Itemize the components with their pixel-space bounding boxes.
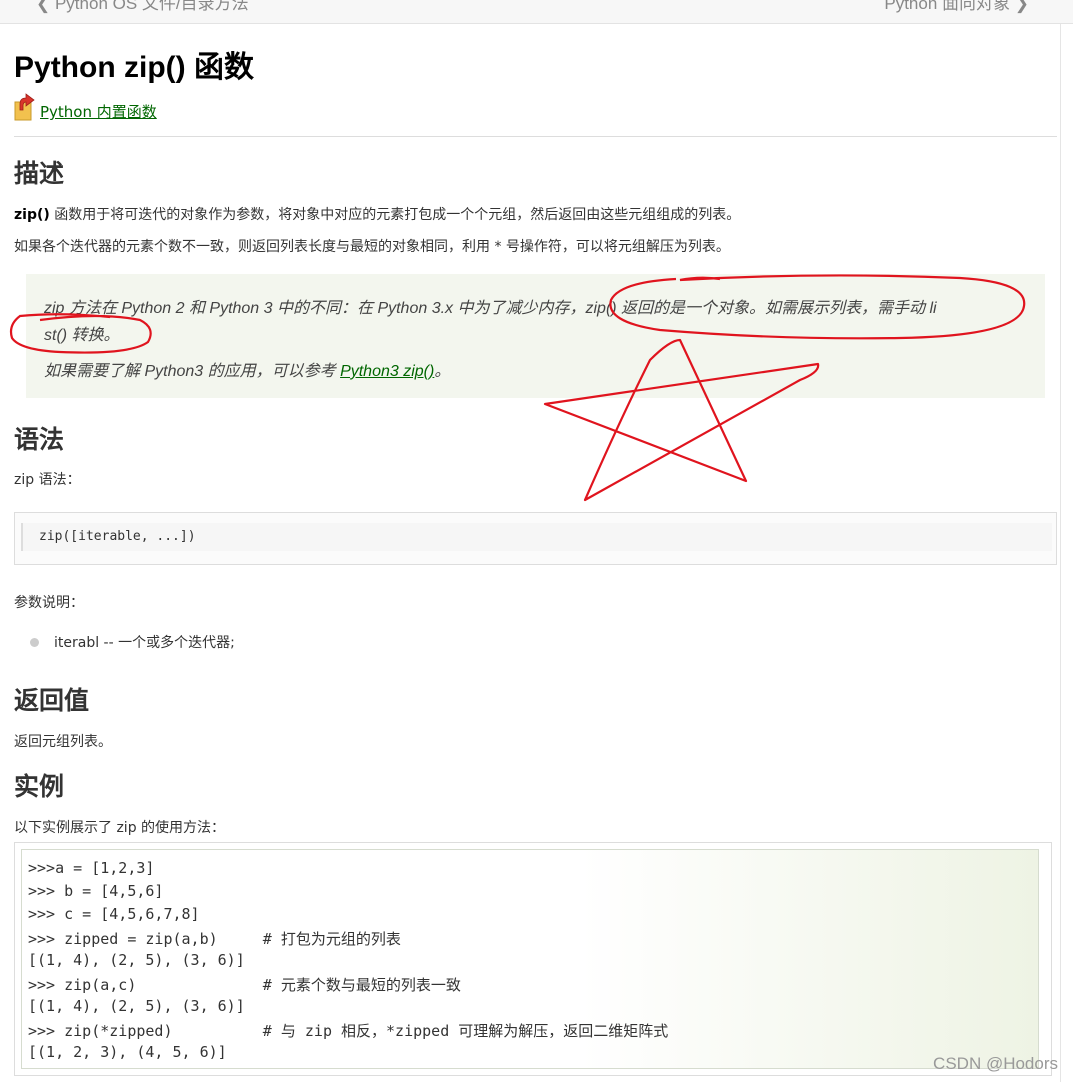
code-line: >>>a = [1,2,3] [28, 859, 155, 877]
prev-page-link[interactable]: ❮ Python OS 文件/目录方法 [36, 0, 249, 14]
tip-line-3: 如果需要了解 Python3 的应用，可以参考 Python3 zip()。 [44, 357, 450, 381]
category-link-row: Python 内置函数 [14, 90, 157, 122]
desc-paragraph-1: zip() 函数用于将可迭代的对象作为参数，将对象中对应的元素打包成一个个元组，… [14, 204, 740, 224]
syntax-code-block: zip([iterable, ...]) [14, 512, 1057, 565]
next-page-label: Python 面向对象 [884, 0, 1011, 13]
params-list: iterabl -- 一个或多个迭代器; [28, 632, 235, 652]
desc-heading: 描述 [14, 160, 65, 188]
syntax-heading: 语法 [14, 426, 65, 454]
tip-line-3-suffix: 。 [434, 363, 451, 380]
code-line: >>> c = [4,5,6,7,8] [28, 905, 200, 923]
top-nav-bar: ❮ Python OS 文件/目录方法 Python 面向对象 ❯ [0, 0, 1073, 24]
syntax-code-inner: zip([iterable, ...]) [21, 523, 1052, 551]
code-line: [(1, 4), (2, 5), (3, 6)] [28, 951, 245, 969]
up-arrow-folder-icon [14, 93, 35, 121]
divider [14, 136, 1057, 137]
page-title: Python zip() 函数 [14, 51, 254, 84]
tip-box: zip 方法在 Python 2 和 Python 3 中的不同：在 Pytho… [26, 274, 1045, 398]
params-intro: 参数说明： [14, 595, 84, 611]
article: Python zip() 函数 Python 内置函数 描述 zip() 函数用… [0, 24, 1061, 1082]
example-code: >>>a = [1,2,3] >>> b = [4,5,6] >>> c = [… [21, 849, 1039, 1069]
code-line: >>> zipped = zip(a,b) # 打包为元组的列表 [28, 930, 401, 948]
return-text: 返回元组列表。 [14, 734, 112, 750]
example-intro: 以下实例展示了 zip 的使用方法： [14, 820, 226, 836]
next-page-link[interactable]: Python 面向对象 ❯ [884, 0, 1029, 14]
desc-p1-text: 函数用于将可迭代的对象作为参数，将对象中对应的元素打包成一个个元组，然后返回由这… [49, 207, 741, 223]
code-line: [(1, 4), (2, 5), (3, 6)] [28, 997, 245, 1015]
code-line: >>> zip(a,c) # 元素个数与最短的列表一致 [28, 976, 461, 994]
example-code-block: >>>a = [1,2,3] >>> b = [4,5,6] >>> c = [… [14, 842, 1052, 1076]
code-line: [(1, 2, 3), (4, 5, 6)] [28, 1043, 227, 1061]
syntax-intro: zip 语法： [14, 472, 81, 488]
example-heading: 实例 [14, 773, 65, 801]
desc-paragraph-2: 如果各个迭代器的元素个数不一致，则返回列表长度与最短的对象相同，利用 * 号操作… [14, 239, 730, 255]
return-heading: 返回值 [14, 687, 90, 715]
python3-zip-link[interactable]: Python3 zip() [340, 363, 434, 380]
zip-keyword: zip() [14, 207, 50, 223]
code-line: >>> b = [4,5,6] [28, 882, 164, 900]
list-item: iterabl -- 一个或多个迭代器; [28, 632, 235, 652]
syntax-code: zip([iterable, ...]) [39, 529, 196, 544]
tip-line-3-text: 如果需要了解 Python3 的应用，可以参考 [44, 363, 341, 380]
watermark: CSDN @Hodors [933, 1054, 1058, 1073]
tip-line-1: zip 方法在 Python 2 和 Python 3 中的不同：在 Pytho… [44, 300, 937, 317]
category-link[interactable]: Python 内置函数 [40, 101, 157, 122]
code-line: >>> zip(*zipped) # 与 zip 相反，*zipped 可理解为… [28, 1022, 669, 1040]
prev-page-label: Python OS 文件/目录方法 [54, 0, 249, 13]
tip-line-2: st() 转换。 [44, 327, 120, 344]
